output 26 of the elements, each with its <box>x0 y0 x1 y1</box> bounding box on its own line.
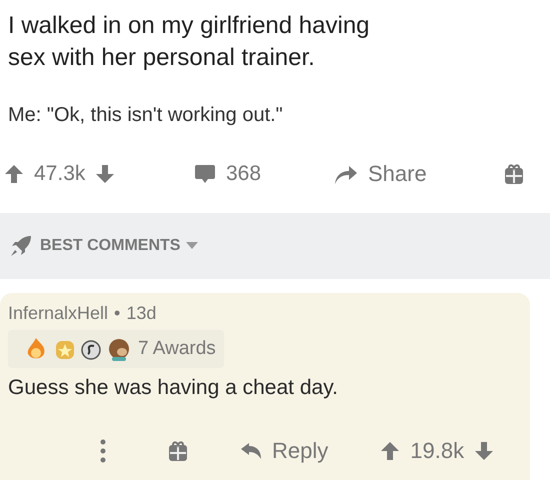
reply-icon <box>240 442 262 460</box>
vote-count: 47.3k <box>34 162 86 186</box>
caret-icon <box>186 242 198 250</box>
more-options-icon[interactable] <box>100 439 106 463</box>
comment-vote-count: 19.8k <box>410 438 464 464</box>
comment-author[interactable]: InfernalxHell <box>8 303 108 324</box>
awards-count: 7 Awards <box>138 338 216 360</box>
post-body: Me: "Ok, this isn't working out." <box>7 103 284 127</box>
rocket-icon <box>10 235 32 257</box>
upvote-icon[interactable] <box>4 164 24 184</box>
share-button[interactable]: Share <box>334 161 504 187</box>
comment-count: 368 <box>226 162 262 186</box>
reply-button[interactable]: Reply <box>240 438 328 464</box>
share-icon <box>334 163 358 185</box>
gift-icon[interactable] <box>168 440 188 462</box>
downvote-icon[interactable] <box>474 441 494 461</box>
post-title: I walked in on my girlfriend having sex with her personal trainer. <box>7 11 371 73</box>
gift-icon[interactable] <box>504 163 524 185</box>
awards-bar[interactable]: 7 Awards <box>8 330 224 368</box>
upvote-icon[interactable] <box>380 441 400 461</box>
comment-icon[interactable] <box>194 163 216 185</box>
separator-dot: • <box>114 303 120 324</box>
downvote-icon[interactable] <box>95 164 116 184</box>
comment-age: 13d <box>126 303 156 324</box>
comment-body: Guess she was having a cheat day. <box>8 376 339 400</box>
sort-dropdown[interactable]: BEST COMMENTS <box>40 237 198 255</box>
